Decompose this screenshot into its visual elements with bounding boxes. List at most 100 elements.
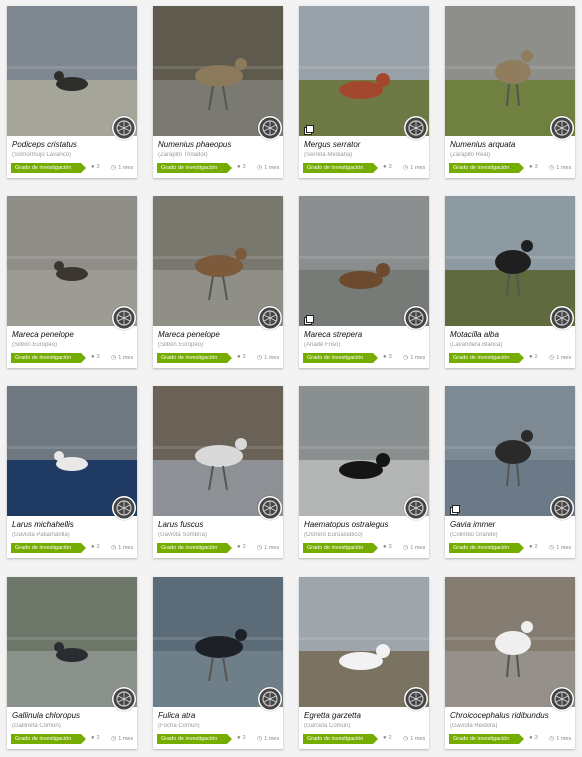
common-name: (Gaviota Reidora) [450, 723, 498, 729]
observer-avatar-icon[interactable] [112, 306, 136, 330]
observation-card[interactable]: Egretta garzetta (Garceta Común) Grado de … [299, 577, 429, 749]
time-ago-value: 1 mes [410, 165, 426, 171]
observer-avatar-icon[interactable] [404, 496, 428, 520]
scientific-name[interactable]: Mergus serrator [304, 140, 426, 149]
observation-card[interactable]: Haematopus ostralegus (Ostrero Euroasiáti… [299, 386, 429, 558]
scientific-name[interactable]: Mareca penelope [158, 330, 280, 339]
common-name: (Gaviota Sombría) [158, 532, 208, 538]
identifications-count: ● 3 [529, 164, 538, 170]
id-agree-icon: ● [529, 735, 533, 741]
clock-icon: ◷ [403, 736, 409, 742]
identifications-value: 3 [242, 354, 246, 360]
clock-icon: ◷ [403, 165, 409, 171]
clock-icon: ◷ [257, 545, 263, 551]
scientific-name[interactable]: Mareca penelope [12, 330, 134, 339]
observer-avatar-icon[interactable] [112, 687, 136, 711]
observer-avatar-icon[interactable] [258, 687, 282, 711]
observation-card[interactable]: Chroicocephalus ridibundus (Gaviota Reido… [445, 577, 575, 749]
identifications-count: ● 2 [529, 354, 538, 360]
observation-card[interactable]: Numenius phaeopus (Zarapito Trinador) Grad… [153, 6, 283, 178]
observation-card[interactable]: Mareca penelope (Silbón Europeo) Grado de … [7, 196, 137, 368]
scientific-name[interactable]: Larus fuscus [158, 520, 280, 529]
observer-avatar-icon[interactable] [550, 116, 574, 140]
observation-card[interactable]: Mareca penelope (Silbón Europeo) Grado de … [153, 196, 283, 368]
observation-card[interactable]: Fulica atra (Focha Común) Grado de investi… [153, 577, 283, 749]
scientific-name[interactable]: Larus michahellis [12, 520, 134, 529]
identifications-count: ● 3 [237, 354, 246, 360]
common-name: (Silbón Europeo) [158, 342, 204, 348]
observer-avatar-icon[interactable] [258, 496, 282, 520]
observation-age: ◷ 1 mes [403, 735, 425, 742]
scientific-name[interactable]: Haematopus ostralegus [304, 520, 426, 529]
observation-card[interactable]: Mareca strepera (Ánade Friso) Grado de inv… [299, 196, 429, 368]
scientific-name[interactable]: Motacilla alba [450, 330, 572, 339]
multiple-photos-icon [450, 502, 460, 515]
identifications-value: 2 [96, 164, 100, 170]
scientific-name[interactable]: Gavia immer [450, 520, 572, 529]
scientific-name[interactable]: Podiceps cristatus [12, 140, 134, 149]
time-ago-value: 1 mes [410, 545, 426, 551]
quality-grade-badge: Grado de investigación [449, 163, 524, 173]
quality-grade-badge: Grado de investigación [11, 163, 86, 173]
observation-card[interactable]: Numenius arquata (Zarapito Real) Grado de … [445, 6, 575, 178]
observation-age: ◷ 1 mes [257, 544, 279, 551]
observer-avatar-icon[interactable] [404, 116, 428, 140]
observation-card[interactable]: Mergus serrator (Serreta Mediana) Grado de… [299, 6, 429, 178]
scientific-name[interactable]: Numenius phaeopus [158, 140, 280, 149]
common-name: (Zarapito Trinador) [158, 152, 208, 158]
observation-age: ◷ 1 mes [549, 164, 571, 171]
observation-age: ◷ 1 mes [403, 354, 425, 361]
time-ago-value: 1 mes [118, 736, 134, 742]
time-ago-value: 1 mes [118, 165, 134, 171]
observer-avatar-icon[interactable] [404, 687, 428, 711]
identifications-count: ● 3 [237, 164, 246, 170]
id-agree-icon: ● [91, 164, 95, 170]
time-ago-value: 1 mes [118, 545, 134, 551]
observer-avatar-icon[interactable] [550, 687, 574, 711]
scientific-name[interactable]: Fulica atra [158, 711, 280, 720]
clock-icon: ◷ [111, 355, 117, 361]
observation-card[interactable]: Motacilla alba (Lavandera Blanca) Grado de… [445, 196, 575, 368]
time-ago-value: 1 mes [264, 736, 280, 742]
observer-avatar-icon[interactable] [112, 496, 136, 520]
common-name: (Gallineta Común) [12, 723, 61, 729]
clock-icon: ◷ [549, 545, 555, 551]
identifications-value: 3 [534, 735, 538, 741]
clock-icon: ◷ [549, 165, 555, 171]
observation-card[interactable]: Podiceps cristatus (Somormujo Lavanco) Gra… [7, 6, 137, 178]
scientific-name[interactable]: Mareca strepera [304, 330, 426, 339]
observation-age: ◷ 1 mes [257, 735, 279, 742]
time-ago-value: 1 mes [264, 165, 280, 171]
id-agree-icon: ● [383, 544, 387, 550]
scientific-name[interactable]: Gallinula chloropus [12, 711, 134, 720]
observation-age: ◷ 1 mes [111, 544, 133, 551]
observation-age: ◷ 1 mes [111, 354, 133, 361]
scientific-name[interactable]: Chroicocephalus ridibundus [450, 711, 572, 720]
observer-avatar-icon[interactable] [258, 116, 282, 140]
quality-grade-badge: Grado de investigación [157, 543, 232, 553]
common-name: (Colimbo Grande) [450, 532, 498, 538]
observation-card[interactable]: Gallinula chloropus (Gallineta Común) Grad… [7, 577, 137, 749]
observation-age: ◷ 1 mes [403, 544, 425, 551]
identifications-value: 3 [388, 354, 392, 360]
clock-icon: ◷ [111, 736, 117, 742]
scientific-name[interactable]: Numenius arquata [450, 140, 572, 149]
observation-card[interactable]: Larus michahellis (Gaviota Patiamarilla) G… [7, 386, 137, 558]
observer-avatar-icon[interactable] [112, 116, 136, 140]
common-name: (Ánade Friso) [304, 342, 341, 348]
observer-avatar-icon[interactable] [550, 496, 574, 520]
id-agree-icon: ● [529, 544, 533, 550]
id-agree-icon: ● [91, 354, 95, 360]
id-agree-icon: ● [383, 164, 387, 170]
multiple-photos-icon [304, 122, 314, 135]
observation-card[interactable]: Larus fuscus (Gaviota Sombría) Grado de in… [153, 386, 283, 558]
identifications-count: ● 2 [237, 544, 246, 550]
quality-grade-badge: Grado de investigación [11, 543, 86, 553]
observer-avatar-icon[interactable] [258, 306, 282, 330]
id-agree-icon: ● [529, 354, 533, 360]
observation-card[interactable]: Gavia immer (Colimbo Grande) Grado de inve… [445, 386, 575, 558]
observer-avatar-icon[interactable] [550, 306, 574, 330]
observer-avatar-icon[interactable] [404, 306, 428, 330]
scientific-name[interactable]: Egretta garzetta [304, 711, 426, 720]
clock-icon: ◷ [257, 736, 263, 742]
